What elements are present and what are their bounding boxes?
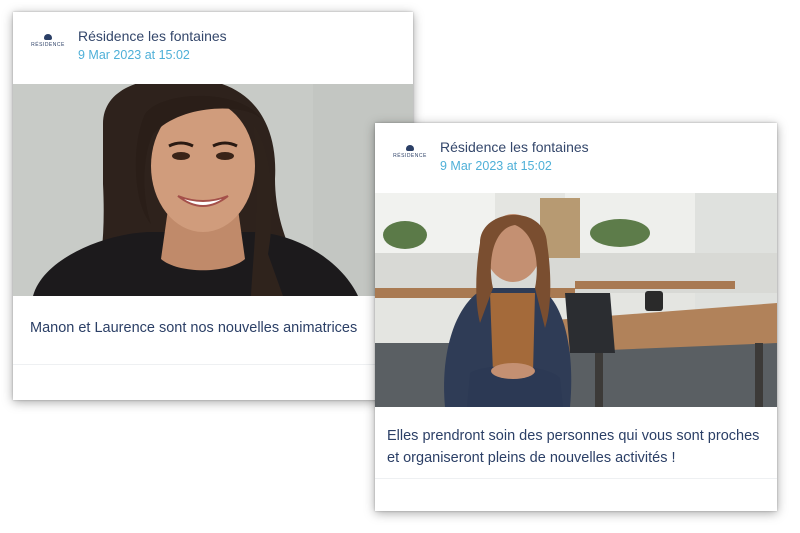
logo-text: RÉSIDENCE: [393, 153, 427, 159]
logo-text: RÉSIDENCE: [31, 42, 65, 48]
logo-mark-icon: [44, 34, 52, 40]
post-footer-divider: [13, 364, 413, 365]
post-photo[interactable]: [13, 84, 413, 296]
post-header: RÉSIDENCE Résidence les fontaines 9 Mar …: [375, 123, 777, 193]
post-date: 9 Mar 2023 at 15:02: [78, 48, 190, 62]
residence-logo: RÉSIDENCE: [393, 145, 427, 169]
post-footer-divider: [375, 478, 777, 479]
post-card-1[interactable]: RÉSIDENCE Résidence les fontaines 9 Mar …: [13, 12, 413, 400]
org-name[interactable]: Résidence les fontaines: [440, 139, 589, 155]
post-caption: Elles prendront soin des personnes qui v…: [387, 428, 760, 466]
post-date: 9 Mar 2023 at 15:02: [440, 159, 552, 173]
post-header: RÉSIDENCE Résidence les fontaines 9 Mar …: [13, 12, 413, 84]
post-card-2[interactable]: RÉSIDENCE Résidence les fontaines 9 Mar …: [375, 123, 777, 511]
org-name[interactable]: Résidence les fontaines: [78, 28, 227, 44]
logo-mark-icon: [406, 145, 414, 151]
post-photo[interactable]: [375, 193, 777, 407]
post-caption: Manon et Laurence sont nos nouvelles ani…: [30, 320, 358, 336]
portrait-photo: [13, 84, 413, 296]
office-photo: [375, 193, 777, 407]
residence-logo: RÉSIDENCE: [31, 34, 65, 58]
